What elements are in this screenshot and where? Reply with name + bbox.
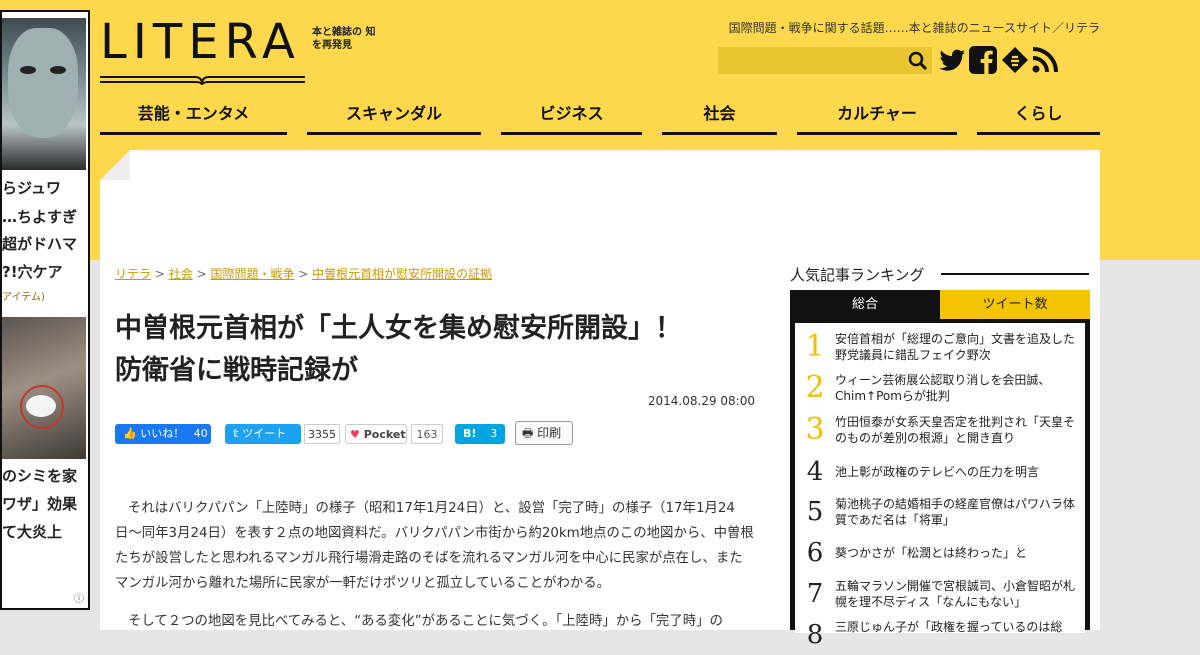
ranking-number: 7 bbox=[806, 579, 824, 609]
pocket-label: Pocket bbox=[363, 428, 406, 441]
breadcrumb-link-home[interactable]: リテラ bbox=[115, 267, 151, 281]
article-title-line: 中曽根元首相が「土人女を集め慰安所開設」！ bbox=[115, 313, 682, 344]
ranking-item[interactable]: 6 葵つかさが「松潤とは終わった」と bbox=[795, 533, 1085, 573]
tweet-label: ツイート bbox=[242, 427, 287, 440]
ranking-number: 1 bbox=[805, 329, 825, 364]
ranking-item[interactable]: 2 ウィーン芸術展公認取り消しを会田誠、Chim↑Pomらが批判 bbox=[795, 368, 1085, 408]
nav-item-culture[interactable]: カルチャー bbox=[797, 100, 957, 135]
category-navigation: 芸能・エンタメ スキャンダル ビジネス 社会 カルチャー くらし bbox=[100, 100, 1100, 135]
article-paragraph: そして２つの地図を見比べてみると、“ある変化”があることに気づく。「上陸時」から… bbox=[128, 614, 723, 629]
breadcrumb-link-article[interactable]: 中曽根元首相が慰安所開設の証拠 bbox=[312, 267, 492, 281]
breadcrumb-link-society[interactable]: 社会 bbox=[169, 267, 193, 281]
ranking-title[interactable]: 竹田恒泰が女系天皇否定を批判され「天皇そのものが差別の根源」と開き直り bbox=[835, 414, 1085, 446]
ad-eye-right bbox=[50, 66, 66, 74]
printer-icon: 🖶 bbox=[522, 426, 534, 440]
facebook-like-count: 40 bbox=[193, 427, 208, 440]
book-icon bbox=[100, 76, 305, 86]
ranking-number: 8 bbox=[806, 620, 824, 650]
breadcrumb-separator: > bbox=[154, 267, 169, 281]
tab-overall[interactable]: 総合 bbox=[790, 290, 940, 319]
search-input[interactable] bbox=[718, 47, 932, 74]
thumbs-up-icon: 👍 bbox=[123, 427, 137, 440]
breadcrumb-separator: > bbox=[298, 267, 313, 281]
twitter-icon[interactable] bbox=[937, 45, 967, 75]
article-body: それはバリクパパン「上陸時」の様子（昭和17年1月24日）と、設営「完了時」の様… bbox=[115, 496, 755, 647]
ranking-title[interactable]: 池上彰が政権のテレビへの圧力を明言 bbox=[835, 464, 1085, 480]
ranking-number: 6 bbox=[806, 538, 824, 568]
facebook-like-button[interactable]: 👍 いいね！ 40 bbox=[115, 424, 211, 444]
ranking-number: 5 bbox=[806, 497, 824, 527]
twitter-bird-icon: 𝕥 bbox=[233, 427, 239, 440]
feedly-icon[interactable] bbox=[1000, 45, 1030, 75]
ad-text-line[interactable]: ちよすぎ… bbox=[2, 203, 88, 232]
ranking-widget: 総合 ツイート数 1 安倍首相が「総理のご意向」文書を追及した野党議員に錯乱フェ… bbox=[790, 290, 1090, 650]
ad-text-line[interactable]: ワザ」効果 bbox=[2, 490, 88, 519]
print-label: 印刷 bbox=[537, 426, 562, 440]
logo-wordmark: LITERA bbox=[100, 14, 301, 70]
ranking-heading-rule bbox=[941, 273, 1089, 275]
ranking-title[interactable]: 三原じゅん子が「政権を握っているのは総 bbox=[835, 619, 1085, 635]
ranking-item[interactable]: 7 五輪マラソン開催で宮根誠司、小倉智昭が札幌を理不尽ディス「なんにもない」 bbox=[795, 574, 1085, 614]
hatena-label: B! bbox=[463, 427, 477, 440]
article-title-line: 防衛省に戦時記録が bbox=[115, 355, 358, 386]
ranking-title[interactable]: 五輪マラソン開催で宮根誠司、小倉智昭が札幌を理不尽ディス「なんにもない」 bbox=[835, 578, 1085, 610]
ranking-title[interactable]: 葵つかさが「松潤とは終わった」と bbox=[835, 545, 1085, 561]
ranking-item[interactable]: 1 安倍首相が「総理のご意向」文書を追及した野党議員に錯乱フェイク野次 bbox=[795, 327, 1085, 367]
site-tagline: 国際問題・戦争に関する話題……本と雑誌のニュースサイト／リテラ bbox=[728, 21, 1100, 35]
ad-text-line[interactable]: のシミを家 bbox=[2, 462, 88, 491]
ranking-title[interactable]: 菊池桃子の結婚相手の経産官僚はパワハラ体質であだ名は「将軍」 bbox=[835, 496, 1085, 528]
nav-item-business[interactable]: ビジネス bbox=[501, 100, 642, 135]
ad-text-line[interactable]: て大炎上 bbox=[2, 518, 88, 547]
ad-text-line[interactable]: らジュワ bbox=[2, 174, 88, 203]
ranking-heading: 人気記事ランキング bbox=[790, 266, 925, 284]
ad-face-shape bbox=[8, 28, 78, 138]
page-fold-flap bbox=[100, 150, 130, 180]
nav-item-society[interactable]: 社会 bbox=[662, 100, 777, 135]
pocket-count: 163 bbox=[411, 424, 443, 444]
article-title: 中曽根元首相が「土人女を集め慰安所開設」！ 防衛省に戦時記録が bbox=[115, 308, 765, 392]
article-date: 2014.08.29 08:00 bbox=[647, 394, 755, 408]
breadcrumb-separator: > bbox=[196, 267, 211, 281]
ad-text-line[interactable]: 超がドハマ bbox=[2, 230, 88, 259]
pocket-icon: ♥ bbox=[350, 428, 360, 441]
nav-item-entertainment[interactable]: 芸能・エンタメ bbox=[100, 100, 287, 135]
ad-text-line[interactable]: 穴ケア!? bbox=[2, 258, 88, 287]
facebook-icon[interactable] bbox=[968, 45, 998, 75]
ranking-item[interactable]: 8 三原じゅん子が「政権を握っているのは総 bbox=[795, 615, 1085, 655]
hatena-bookmark-button[interactable]: B! 3 bbox=[455, 424, 505, 444]
logo-subtitle: 本と雑誌の 知を再発見 bbox=[312, 27, 376, 51]
tweet-count: 3355 bbox=[304, 424, 340, 444]
ranking-item[interactable]: 5 菊池桃子の結婚相手の経産官僚はパワハラ体質であだ名は「将軍」 bbox=[795, 492, 1085, 532]
ranking-number: 2 bbox=[805, 370, 825, 405]
side-advertisement[interactable]: らジュワ ちよすぎ… 超がドハマ 穴ケア!? アイテム) のシミを家 ワザ」効果… bbox=[0, 10, 90, 610]
ad-source-label: アイテム) bbox=[2, 292, 45, 303]
ad-image-face-spot[interactable] bbox=[2, 317, 86, 459]
breadcrumb-link-international[interactable]: 国際問題・戦争 bbox=[210, 267, 294, 281]
nav-item-lifestyle[interactable]: くらし bbox=[977, 100, 1100, 135]
ad-image-face-mask[interactable] bbox=[2, 18, 86, 170]
ranking-item[interactable]: 4 池上彰が政権のテレビへの圧力を明言 bbox=[795, 452, 1085, 492]
nav-item-scandal[interactable]: スキャンダル bbox=[307, 100, 481, 135]
site-logo[interactable]: LITERA 本と雑誌の 知を再発見 bbox=[100, 14, 375, 86]
tweet-button[interactable]: 𝕥 ツイート bbox=[225, 424, 301, 444]
rss-icon[interactable] bbox=[1030, 45, 1060, 75]
ranking-number: 3 bbox=[805, 412, 825, 447]
article-paragraph: それはバリクパパン「上陸時」の様子（昭和17年1月24日）と、設営「完了時」の様… bbox=[115, 501, 754, 591]
ranking-item[interactable]: 3 竹田恒泰が女系天皇否定を批判され「天皇そのものが差別の根源」と開き直り bbox=[795, 410, 1085, 450]
tab-tweets[interactable]: ツイート数 bbox=[940, 290, 1090, 319]
ranking-title[interactable]: 安倍首相が「総理のご意向」文書を追及した野党議員に錯乱フェイク野次 bbox=[835, 331, 1085, 363]
ranking-list: 1 安倍首相が「総理のご意向」文書を追及した野党議員に錯乱フェイク野次 2 ウィ… bbox=[795, 323, 1085, 650]
search-icon[interactable] bbox=[906, 49, 930, 73]
breadcrumb: リテラ > 社会 > 国際問題・戦争 > 中曽根元首相が慰安所開設の証拠 bbox=[115, 265, 492, 282]
pocket-button[interactable]: ♥ Pocket bbox=[345, 424, 407, 444]
ad-highlight-circle bbox=[20, 385, 64, 429]
info-icon[interactable]: ⓘ bbox=[74, 590, 84, 605]
print-button[interactable]: 🖶 印刷 bbox=[515, 421, 573, 445]
ranking-number: 4 bbox=[806, 457, 824, 487]
ad-eye-left bbox=[20, 66, 36, 74]
facebook-like-label: いいね！ bbox=[140, 427, 185, 440]
hatena-count: 3 bbox=[490, 427, 498, 440]
ranking-title[interactable]: ウィーン芸術展公認取り消しを会田誠、Chim↑Pomらが批判 bbox=[835, 372, 1085, 404]
